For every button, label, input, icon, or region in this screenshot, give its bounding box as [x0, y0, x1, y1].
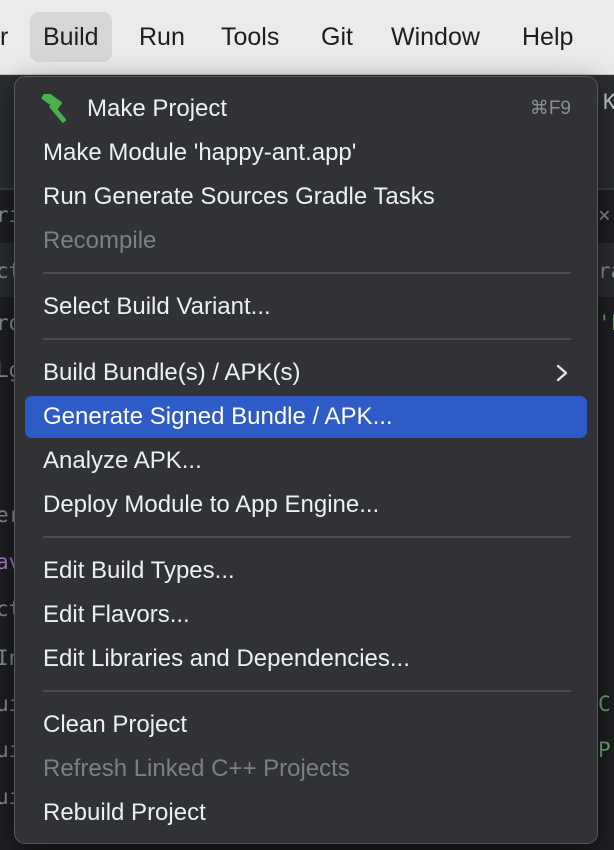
code-fragment: 'F: [598, 311, 614, 335]
menu-bar: r Build Run Tools Git Window Help: [0, 0, 614, 75]
menubar-item-git[interactable]: Git: [308, 12, 366, 62]
menu-item-label: Make Module 'happy-ant.app': [43, 139, 357, 166]
menubar-item-build[interactable]: Build: [30, 12, 112, 62]
menubar-item-window[interactable]: Window: [378, 12, 493, 62]
code-fragment: P: [598, 738, 611, 762]
build-menu: Make Project ⌘F9 Make Module 'happy-ant.…: [14, 76, 598, 844]
menu-item-clean-project[interactable]: Clean Project: [25, 704, 587, 746]
menu-item-label: Run Generate Sources Gradle Tasks: [43, 183, 435, 210]
menu-item-label: Edit Libraries and Dependencies...: [43, 645, 410, 672]
menu-item-refresh-linked-cpp: Refresh Linked C++ Projects: [25, 748, 587, 790]
menu-item-generate-signed-bundle[interactable]: Generate Signed Bundle / APK...: [25, 396, 587, 438]
menu-item-label: Generate Signed Bundle / APK...: [43, 403, 393, 430]
menu-item-label: Rebuild Project: [43, 799, 206, 826]
menubar-item-run[interactable]: Run: [126, 12, 198, 62]
menu-item-recompile: Recompile: [25, 220, 587, 262]
menubar-item-tools[interactable]: Tools: [208, 12, 292, 62]
menu-item-label: Make Project: [87, 95, 228, 122]
menu-item-edit-build-types[interactable]: Edit Build Types...: [25, 550, 587, 592]
menu-item-label: Clean Project: [43, 711, 188, 738]
menu-item-build-bundles-apks[interactable]: Build Bundle(s) / APK(s): [25, 352, 587, 394]
menu-item-make-project[interactable]: Make Project ⌘F9: [25, 88, 587, 130]
menu-item-deploy-module[interactable]: Deploy Module to App Engine...: [25, 484, 587, 526]
menubar-item-help[interactable]: Help: [509, 12, 586, 62]
menu-separator: [43, 338, 571, 340]
menu-separator: [43, 690, 571, 692]
menu-item-rebuild-project[interactable]: Rebuild Project: [25, 792, 587, 834]
shortcut-label: ⌘F9: [529, 98, 571, 119]
menu-item-analyze-apk[interactable]: Analyze APK...: [25, 440, 587, 482]
code-fragment: K: [603, 90, 614, 114]
menu-separator: [43, 536, 571, 538]
close-icon[interactable]: ×: [598, 203, 611, 227]
menu-item-label: Build Bundle(s) / APK(s): [43, 359, 301, 386]
menu-item-label: Select Build Variant...: [43, 293, 271, 320]
code-fragment: ra: [598, 259, 614, 283]
menu-item-label: Refresh Linked C++ Projects: [43, 755, 350, 782]
chevron-right-icon: [556, 364, 568, 382]
hammer-icon: [41, 94, 67, 123]
menu-separator: [43, 272, 571, 274]
menu-item-label: Analyze APK...: [43, 447, 202, 474]
menu-item-label: Edit Flavors...: [43, 601, 190, 628]
menu-item-make-module[interactable]: Make Module 'happy-ant.app': [25, 132, 587, 174]
menu-item-label: Edit Build Types...: [43, 557, 235, 584]
code-fragment: C': [598, 692, 614, 716]
menu-item-label: Deploy Module to App Engine...: [43, 491, 380, 518]
menu-item-edit-flavors[interactable]: Edit Flavors...: [25, 594, 587, 636]
menu-item-label: Recompile: [43, 227, 157, 254]
menu-item-edit-libraries[interactable]: Edit Libraries and Dependencies...: [25, 638, 587, 680]
menubar-item-partial[interactable]: r: [0, 12, 21, 62]
menu-item-select-build-variant[interactable]: Select Build Variant...: [25, 286, 587, 328]
menu-item-run-generate-sources[interactable]: Run Generate Sources Gradle Tasks: [25, 176, 587, 218]
